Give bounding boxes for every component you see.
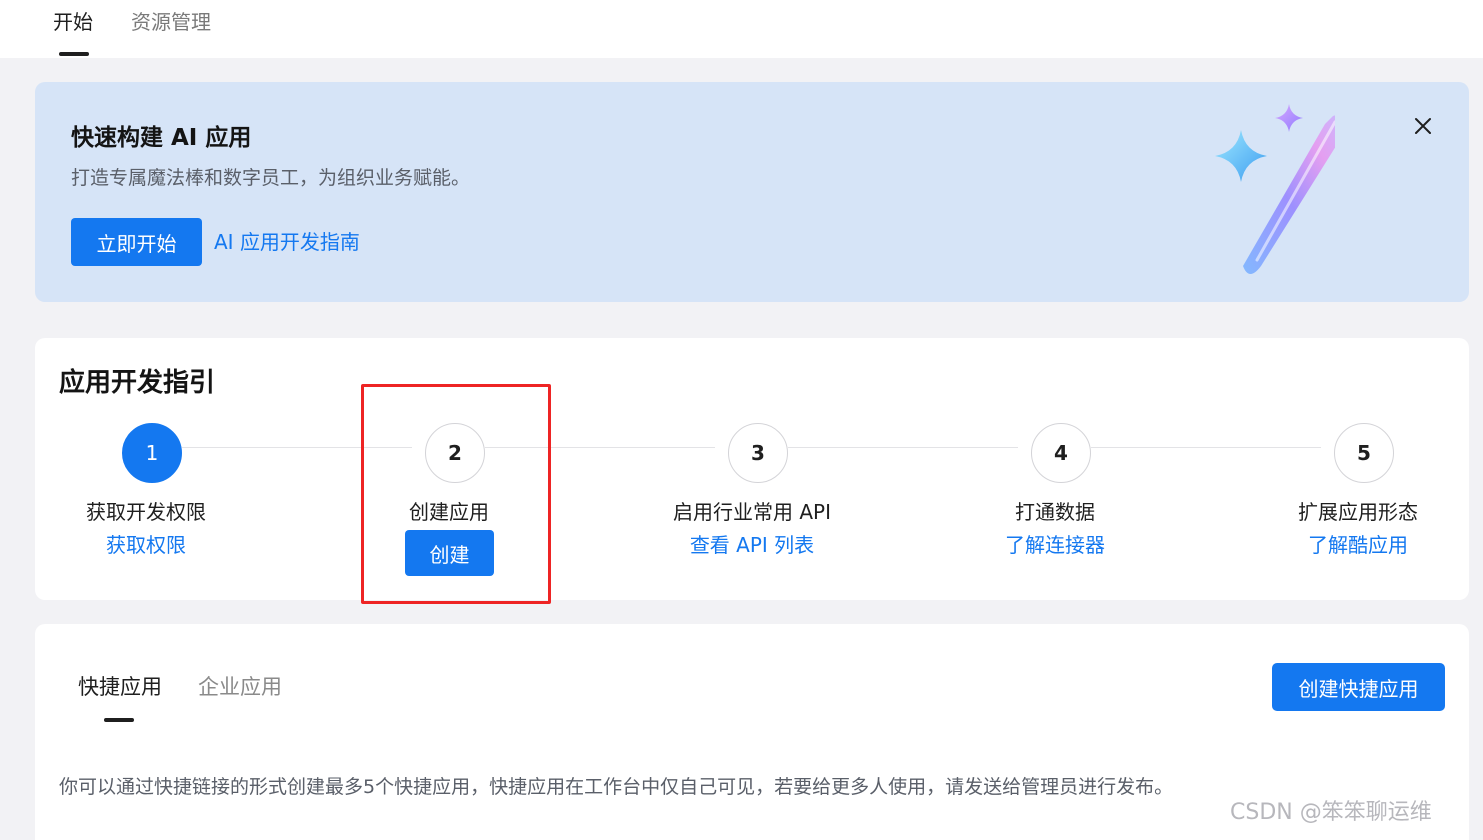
- active-tab-indicator: [104, 718, 134, 722]
- step-2-label: 创建应用: [409, 500, 489, 524]
- step-3-indicator: 3: [728, 423, 788, 483]
- create-quick-app-button[interactable]: 创建快捷应用: [1272, 663, 1445, 711]
- step-1-get-permission-link[interactable]: 获取权限: [0, 531, 296, 559]
- step-5-label: 扩展应用形态: [1298, 500, 1418, 524]
- step-2-indicator: 2: [425, 423, 485, 483]
- step-5-indicator: 5: [1334, 423, 1394, 483]
- watermark: CSDN @笨笨聊运维: [1230, 800, 1432, 825]
- step-1-label: 获取开发权限: [86, 500, 206, 524]
- tab-enterprise-apps[interactable]: 企业应用: [198, 672, 282, 702]
- step-4-connector-link[interactable]: 了解连接器: [905, 531, 1205, 559]
- step-3-view-api-list-link[interactable]: 查看 API 列表: [602, 531, 902, 559]
- step-2-create-button[interactable]: 创建: [405, 530, 494, 576]
- step-connector: [1091, 447, 1321, 448]
- start-now-button[interactable]: 立即开始: [71, 218, 202, 266]
- step-connector: [788, 447, 1018, 448]
- ai-app-banner: 快速构建 AI 应用 打造专属魔法棒和数字员工，为组织业务赋能。 立即开始 AI…: [35, 82, 1469, 302]
- banner-title: 快速构建 AI 应用: [71, 125, 252, 151]
- dev-guide-card: 应用开发指引 1 获取开发权限 获取权限 2 创建应用 创建 3 启用行业常用 …: [35, 338, 1469, 600]
- step-3-label: 启用行业常用 API: [673, 500, 831, 524]
- banner-subtitle: 打造专属魔法棒和数字员工，为组织业务赋能。: [71, 167, 471, 189]
- step-connector: [182, 447, 412, 448]
- magic-wand-icon: [1175, 100, 1348, 280]
- step-4-indicator: 4: [1031, 423, 1091, 483]
- tab-resource-management[interactable]: 资源管理: [131, 8, 211, 36]
- ai-dev-guide-link[interactable]: AI 应用开发指南: [214, 228, 360, 256]
- tab-quick-apps[interactable]: 快捷应用: [78, 672, 162, 702]
- quick-apps-description: 你可以通过快捷链接的形式创建最多5个快捷应用，快捷应用在工作台中仅自己可见，若要…: [59, 776, 1174, 798]
- tab-start[interactable]: 开始: [53, 8, 93, 36]
- step-1-indicator: 1: [122, 423, 182, 483]
- active-tab-indicator: [59, 52, 89, 56]
- close-icon[interactable]: [1409, 112, 1437, 140]
- top-tab-bar: 开始 资源管理: [0, 0, 1483, 58]
- guide-title: 应用开发指引: [59, 368, 216, 398]
- step-4-label: 打通数据: [1015, 500, 1095, 524]
- step-connector: [485, 447, 715, 448]
- step-5-cool-app-link[interactable]: 了解酷应用: [1208, 531, 1483, 559]
